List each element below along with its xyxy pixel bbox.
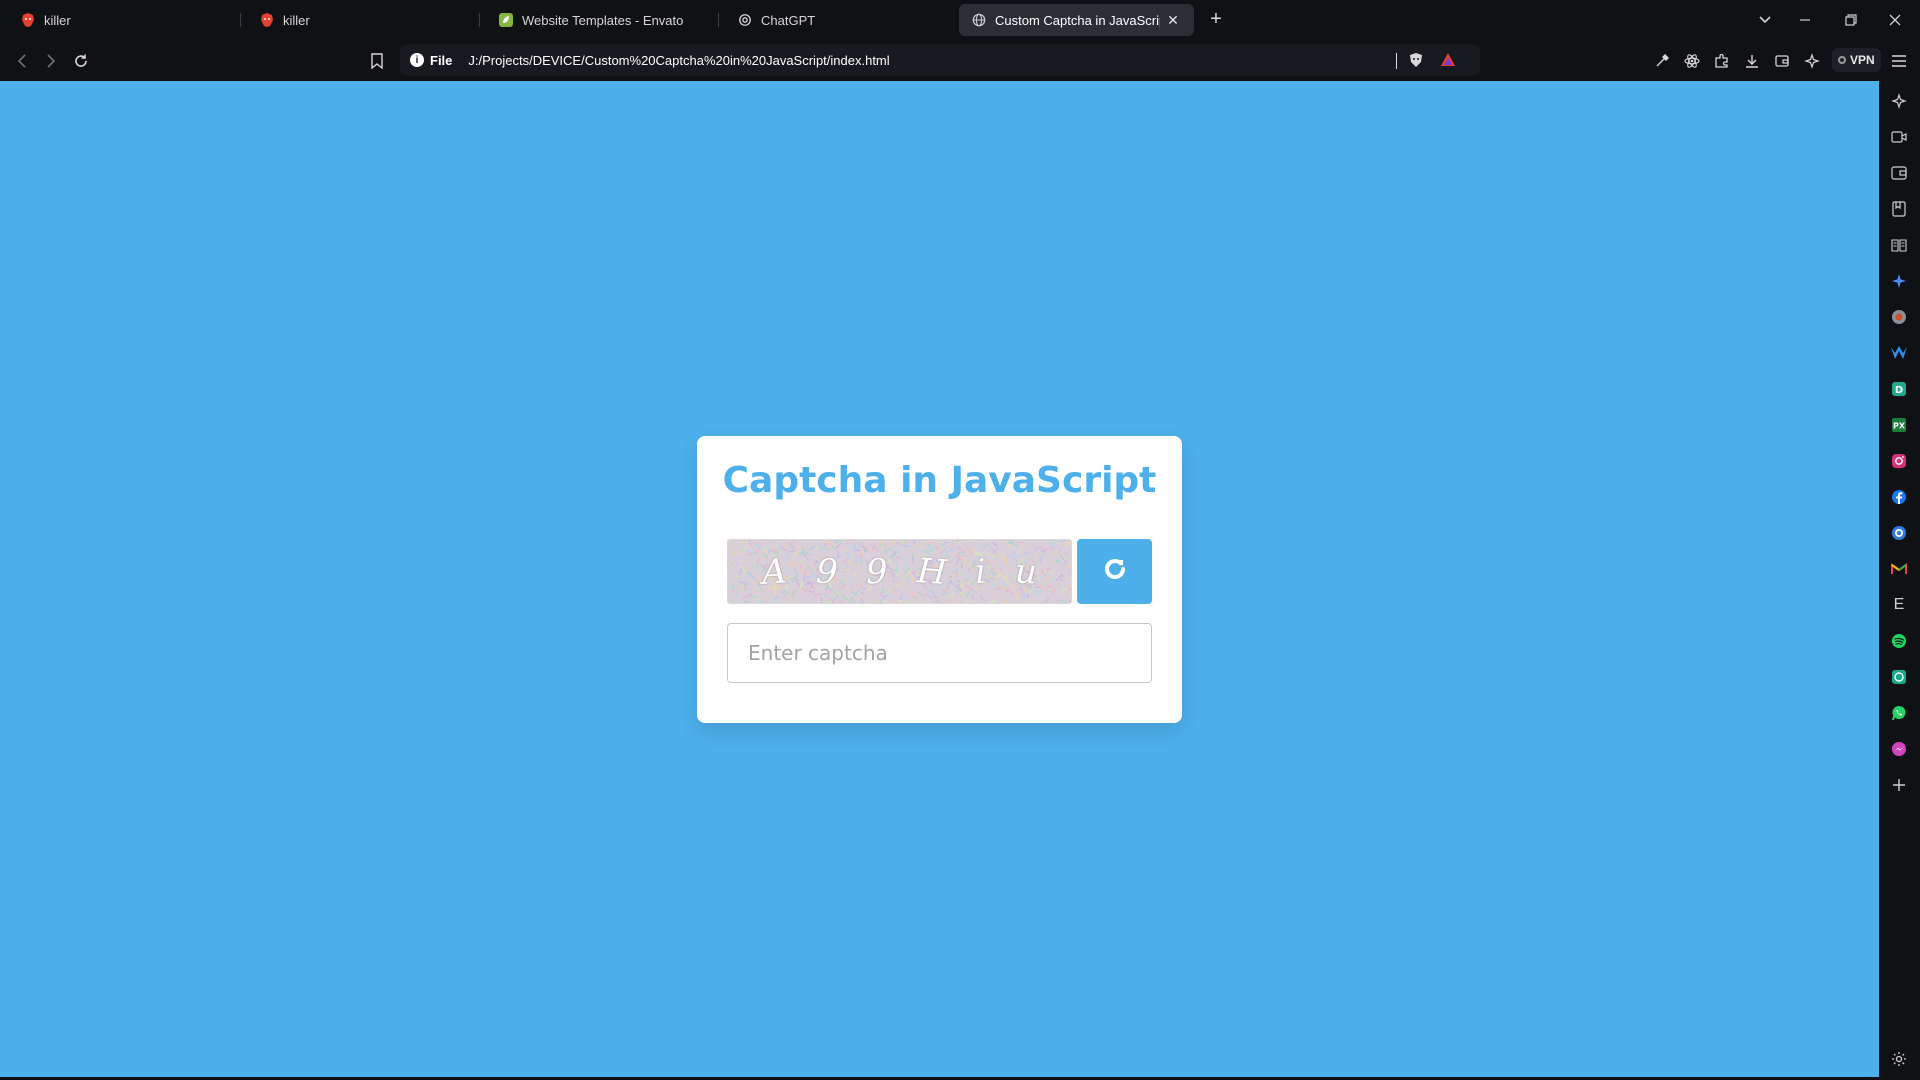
tab-label: killer xyxy=(283,12,310,28)
page-title: Captcha in JavaScript xyxy=(722,460,1157,501)
site-label: File xyxy=(430,52,453,68)
new-tab-button[interactable]: + xyxy=(1204,8,1228,32)
facebook-icon[interactable] xyxy=(1888,486,1910,508)
vpn-label: VPN xyxy=(1850,53,1875,67)
site-info-button[interactable]: i File xyxy=(410,53,452,68)
vpn-button[interactable]: VPN xyxy=(1832,48,1881,72)
reading-list-icon[interactable] xyxy=(1888,234,1910,256)
tab-killer-1[interactable]: killer xyxy=(8,4,238,36)
leo-ai-icon[interactable] xyxy=(1888,90,1910,112)
envato-leaf-icon xyxy=(498,12,514,28)
tab-killer-2[interactable]: killer xyxy=(247,4,477,36)
tab-divider xyxy=(718,13,719,27)
tab-custom-captcha[interactable]: Custom Captcha in JavaScript | ✕ xyxy=(959,4,1194,36)
tab-label: Website Templates - Envato xyxy=(522,12,684,28)
tab-strip: killer killer Website Templates - Envato… xyxy=(0,0,1920,40)
brave-shields-icon[interactable] xyxy=(1408,52,1424,73)
color-picker-icon[interactable] xyxy=(1651,50,1673,72)
url-divider xyxy=(1396,53,1397,69)
toolbar: i File J:/Projects/DEVICE/Custom%20Captc… xyxy=(0,40,1920,81)
settings-icon[interactable] xyxy=(1888,1048,1910,1070)
browser-sidebar: D PX E xyxy=(1879,81,1920,1080)
restore-button[interactable] xyxy=(1836,8,1866,32)
video-icon[interactable] xyxy=(1888,126,1910,148)
bookmarks-icon[interactable] xyxy=(1888,198,1910,220)
captcha-char: u xyxy=(1013,551,1038,592)
chrome-like-icon[interactable] xyxy=(1888,522,1910,544)
whatsapp-icon[interactable] xyxy=(1888,702,1910,724)
px-icon[interactable]: PX xyxy=(1888,414,1910,436)
messenger-icon[interactable] xyxy=(1888,738,1910,760)
minimize-button[interactable] xyxy=(1790,8,1820,32)
captcha-char: 9 xyxy=(814,550,839,593)
app-d-icon[interactable]: D xyxy=(1888,378,1910,400)
refresh-icon xyxy=(1101,555,1129,588)
captcha-card: Captcha in JavaScript A 9 9 H i u xyxy=(697,436,1182,723)
close-tab-icon[interactable]: ✕ xyxy=(1164,11,1182,29)
brave-rewards-icon[interactable] xyxy=(1440,52,1456,73)
svg-text:D: D xyxy=(1895,385,1903,396)
spotify-icon[interactable] xyxy=(1888,630,1910,652)
globe-icon xyxy=(971,12,987,28)
tab-label: killer xyxy=(44,12,71,28)
wallet-icon[interactable] xyxy=(1771,50,1793,72)
captcha-char: A xyxy=(761,550,789,593)
close-window-button[interactable] xyxy=(1880,8,1910,32)
captcha-text: A 9 9 H i u xyxy=(728,540,1071,603)
forward-button[interactable] xyxy=(40,50,62,72)
leo-ai-icon[interactable] xyxy=(1801,50,1823,72)
vpn-status-icon xyxy=(1838,56,1846,64)
captcha-char: i xyxy=(973,551,987,592)
captcha-char: 9 xyxy=(865,551,889,592)
instagram-icon[interactable] xyxy=(1888,450,1910,472)
url-text[interactable]: J:/Projects/DEVICE/Custom%20Captcha%20in… xyxy=(468,53,889,68)
info-icon: i xyxy=(410,53,424,67)
tab-divider xyxy=(479,13,480,27)
captcha-char: H xyxy=(915,550,948,593)
tab-search-chevron-icon[interactable] xyxy=(1750,8,1780,32)
app-p-icon[interactable] xyxy=(1888,666,1910,688)
tab-divider xyxy=(240,13,241,27)
tab-chatgpt[interactable]: ChatGPT xyxy=(725,4,955,36)
gmail-icon[interactable] xyxy=(1888,558,1910,580)
back-button[interactable] xyxy=(11,50,33,72)
address-bar[interactable]: i File J:/Projects/DEVICE/Custom%20Captc… xyxy=(400,44,1480,76)
tab-label: Custom Captcha in JavaScript | xyxy=(995,12,1160,28)
svg-text:PX: PX xyxy=(1893,422,1906,431)
bookmark-icon[interactable] xyxy=(366,50,388,72)
tab-envato[interactable]: Website Templates - Envato xyxy=(486,4,716,36)
tab-label: ChatGPT xyxy=(761,12,816,28)
e-icon[interactable]: E xyxy=(1888,594,1910,616)
react-devtools-icon[interactable] xyxy=(1681,50,1703,72)
sparkle-icon[interactable] xyxy=(1888,270,1910,292)
extensions-icon[interactable] xyxy=(1711,50,1733,72)
captcha-image: A 9 9 H i u xyxy=(727,539,1072,604)
add-icon[interactable] xyxy=(1888,774,1910,796)
download-icon[interactable] xyxy=(1741,50,1763,72)
captcha-input[interactable] xyxy=(727,623,1152,683)
menu-icon[interactable] xyxy=(1888,50,1910,72)
refresh-captcha-button[interactable] xyxy=(1077,539,1152,604)
page-viewport: Captcha in JavaScript A 9 9 H i u xyxy=(0,81,1879,1077)
wallet-icon[interactable] xyxy=(1888,162,1910,184)
extension-icon[interactable] xyxy=(1888,306,1910,328)
brave-lion-icon xyxy=(20,12,36,28)
openai-icon xyxy=(737,12,753,28)
brave-lion-icon xyxy=(259,12,275,28)
reload-button[interactable] xyxy=(70,50,92,72)
malwarebytes-icon[interactable] xyxy=(1888,342,1910,364)
